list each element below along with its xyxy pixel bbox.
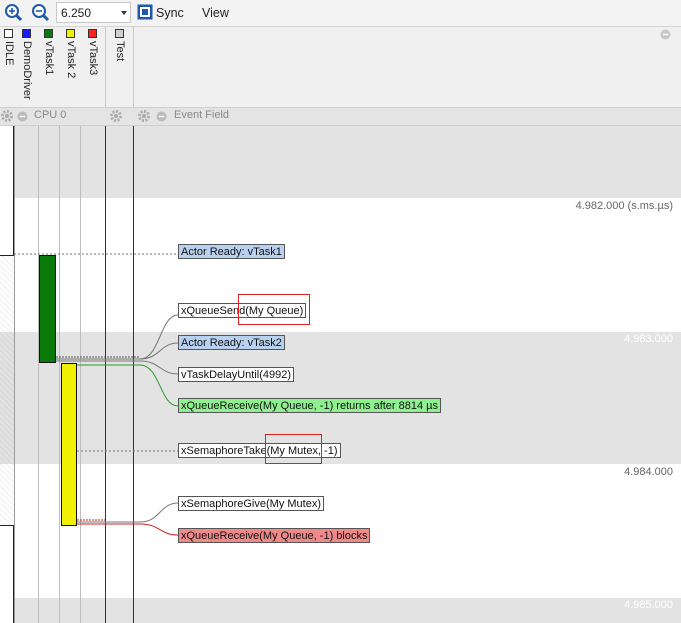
sync-button[interactable]: Sync [156,6,184,20]
chevron-down-icon[interactable] [121,11,127,15]
color-swatch [4,29,13,38]
highlight-box [265,434,322,464]
collapse-icon[interactable] [156,111,167,125]
column-vtask3[interactable]: vTask3 [84,27,104,107]
zoom-value: 6.250 [61,6,92,20]
event-vtaskdelayuntil[interactable]: vTaskDelayUntil(4992) [178,367,295,382]
timeline-field[interactable]: 4.982.000 (s.ms.µs) 4.983.000 4.984.000 … [0,126,681,623]
cpu-label: CPU 0 [34,109,67,121]
divider [105,27,106,107]
section-bar: CPU 0 Event Field [0,108,681,126]
event-xqueuereceive-blocks[interactable]: xQueueReceive(My Queue, -1) blocks [178,528,371,543]
color-swatch [44,29,53,38]
highlight-box [238,294,310,325]
color-swatch [115,29,124,38]
collapse-icon[interactable] [660,29,671,43]
timestamp-label: 4.983.000 [624,333,673,345]
event-actor-ready-vtask2[interactable]: Actor Ready: vTask2 [178,335,285,350]
timestamp-label: 4.985.000 [624,599,673,611]
collapse-icon[interactable] [17,111,28,125]
event-field-label: Event Field [174,109,230,121]
gear-icon[interactable] [109,109,123,126]
task-header: IDLE DemoDriver vTask1 vTask 2 vTask3 Te… [0,27,681,108]
event-xqueuereceive-returns[interactable]: xQueueReceive(My Queue, -1) returns afte… [178,398,442,413]
zoom-level-select[interactable]: 6.250 [56,2,131,23]
column-idle[interactable]: IDLE [0,27,20,107]
gear-icon[interactable] [137,109,151,126]
column-vtask1[interactable]: vTask1 [40,27,60,107]
timestamp-label: 4.984.000 [624,466,673,478]
color-swatch [66,29,75,38]
zoom-in-icon[interactable] [4,3,24,23]
sync-icon[interactable] [137,4,157,24]
divider [133,27,134,107]
toolbar: 6.250 Sync View [0,0,681,27]
timestamp-label: 4.982.000 (s.ms.µs) [575,200,673,212]
column-test[interactable]: Test [111,27,131,107]
event-actor-ready-vtask1[interactable]: Actor Ready: vTask1 [178,244,285,259]
event-xsemaphoregive[interactable]: xSemaphoreGive(My Mutex) [178,496,324,511]
zoom-out-icon[interactable] [31,3,51,23]
color-swatch [22,29,31,38]
column-demodriver[interactable]: DemoDriver [18,27,38,107]
color-swatch [88,29,97,38]
view-menu[interactable]: View [202,6,229,20]
gear-icon[interactable] [0,109,14,126]
column-vtask2[interactable]: vTask 2 [62,27,82,107]
